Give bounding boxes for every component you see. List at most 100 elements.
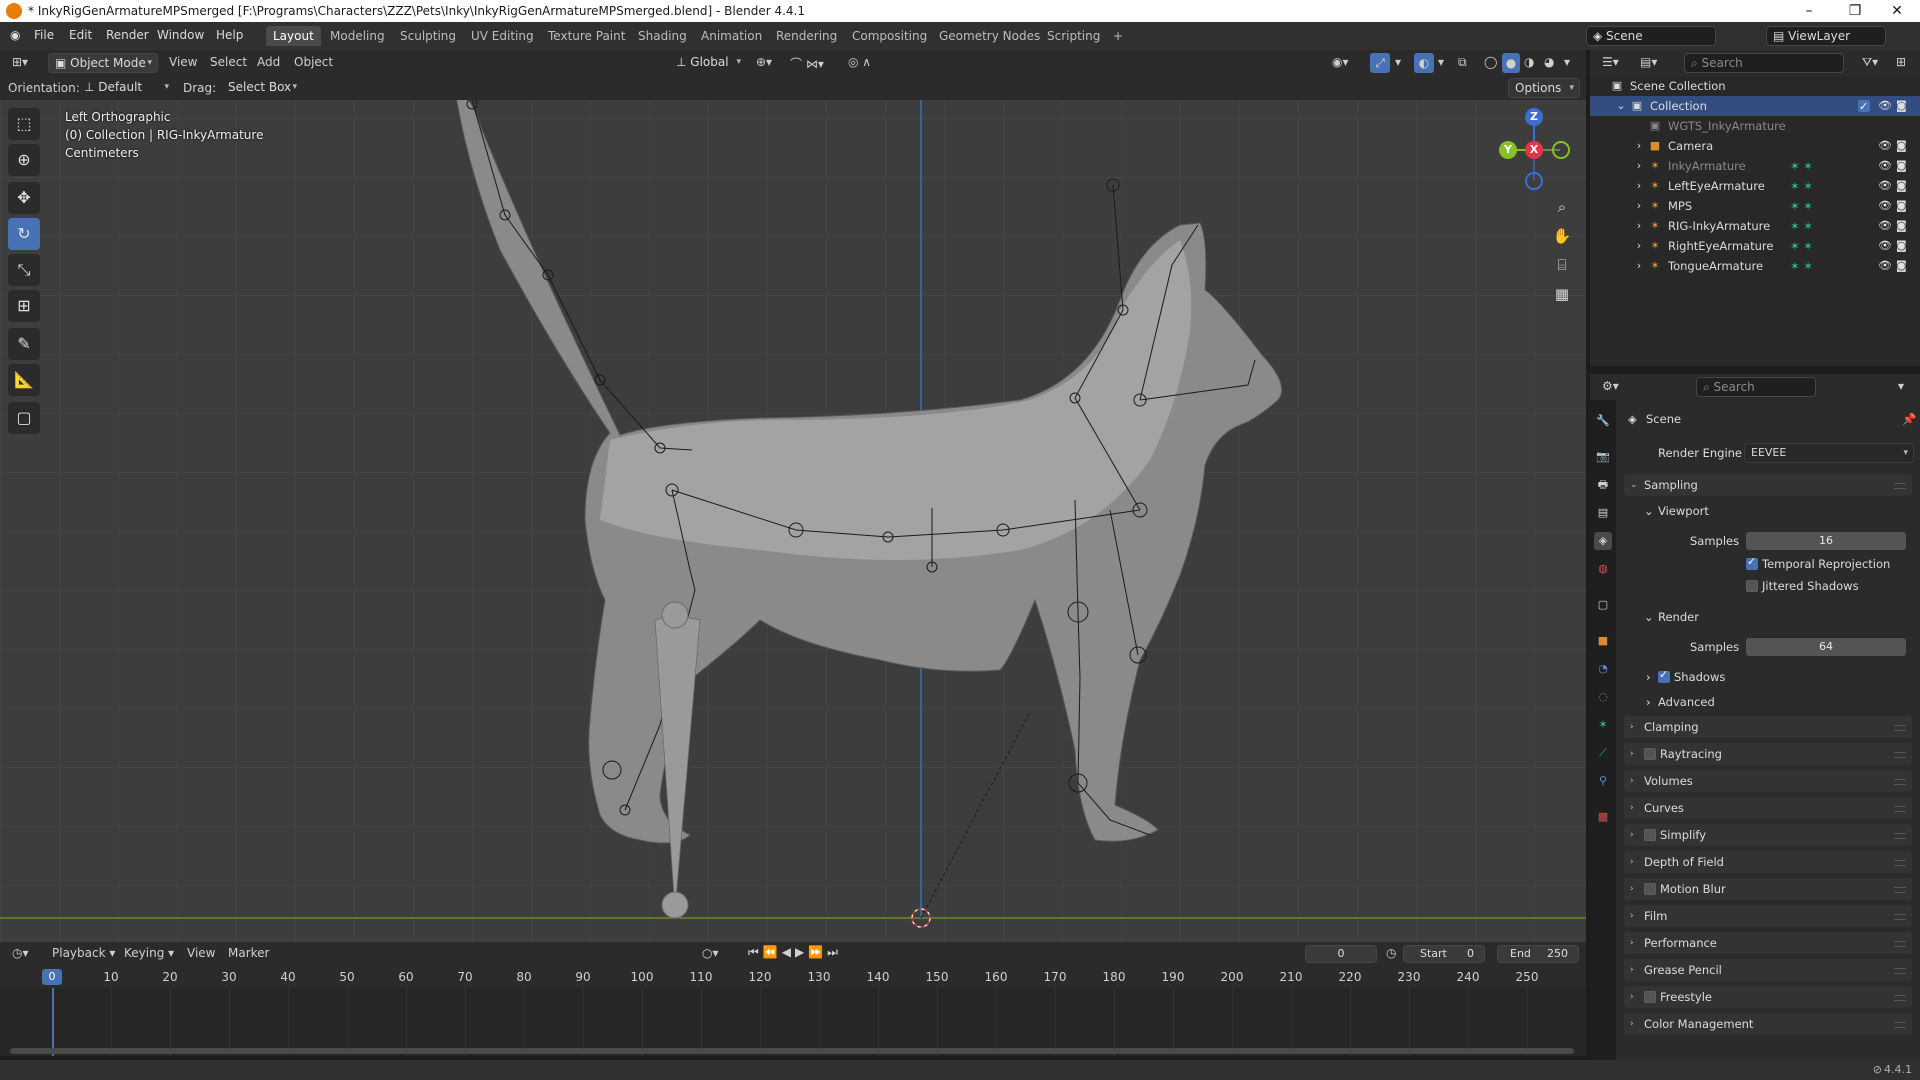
blender-menu-icon[interactable]: ◉ [10,28,20,42]
outliner-row[interactable]: › ✶ RightEyeArmature ✶ ✶ 👁 ◙ [1590,236,1920,256]
tab-modeling[interactable]: Modeling [323,26,392,46]
tab-compositing[interactable]: Compositing [845,26,934,46]
subpanel-render[interactable]: Render [1658,610,1699,624]
expand-arrow-icon[interactable]: › [1632,139,1646,153]
menu-select[interactable]: Select [210,55,247,69]
panel-drag-grip[interactable] [1894,833,1906,839]
outliner-row-scene-collection[interactable]: ▣ Scene Collection [1590,76,1920,96]
menu-file[interactable]: File [34,28,54,42]
panel-grease-pencil[interactable]: › Grease Pencil [1624,959,1912,981]
object-data-icon[interactable]: ✶ ✶ [1790,256,1813,276]
shadows-checkbox[interactable] [1658,668,1670,683]
render-samples-field[interactable]: 64 [1746,638,1906,656]
options-dropdown[interactable]: Options ▾ [1508,78,1580,98]
gizmo-toggle-icon[interactable]: ⤢ [1370,53,1390,73]
outliner-row-collection[interactable]: ⌄ ▣ Collection 👁 ◙ [1590,96,1920,117]
panel-drag-grip[interactable] [1894,725,1906,731]
select-box-icon[interactable]: ⬚ [8,108,40,140]
object-data-icon[interactable]: ✶ ✶ [1790,216,1813,236]
add-workspace-button[interactable]: + [1106,26,1130,46]
view-layer-selector[interactable]: ▤ ViewLayer [1766,26,1886,46]
measure-tool-icon[interactable]: 📐 [8,364,40,396]
gizmo-neg-y-axis[interactable] [1552,141,1570,159]
panel-motion-blur[interactable]: › Motion Blur [1624,878,1912,900]
cursor-tool-icon[interactable]: ⊕ [8,144,40,176]
solid-shading-icon[interactable]: ● [1502,53,1520,73]
new-collection-icon[interactable]: ⊞ [1896,55,1906,69]
outliner-search-input[interactable]: ⌕ Search [1684,53,1844,73]
maximize-button[interactable]: ❐ [1832,0,1878,22]
object-data-tab-icon[interactable]: ✶ [1594,716,1612,734]
tab-sculpting[interactable]: Sculpting [393,26,463,46]
render-engine-dropdown[interactable]: EEVEE ▾ [1744,443,1914,463]
panel-enable-checkbox[interactable] [1644,748,1656,760]
object-data-icon[interactable]: ✶ ✶ [1790,176,1813,196]
gizmo-x-axis[interactable]: X [1525,141,1543,159]
panel-sampling[interactable]: ⌄ Sampling [1624,474,1912,496]
subpanel-viewport[interactable]: Viewport [1658,504,1709,518]
menu-edit[interactable]: Edit [69,28,92,42]
camera-render-icon[interactable]: ◙ [1896,236,1907,256]
constraints-tab-icon[interactable]: ⚲ [1594,772,1612,790]
menu-view[interactable]: View [169,55,197,69]
pin-icon[interactable]: 📌 [1902,412,1916,426]
panel-drag-grip[interactable] [1894,779,1906,785]
tab-texture-paint[interactable]: Texture Paint [541,26,632,46]
subpanel-advanced[interactable]: Advanced [1658,695,1715,709]
camera-render-icon[interactable]: ◙ [1896,156,1907,176]
editor-type-icon[interactable]: ⊞▾ [12,55,28,69]
collection-exclude-checkbox[interactable] [1858,97,1870,117]
camera-render-icon[interactable]: ◙ [1896,96,1907,116]
timeline-ruler[interactable]: 0 10 20 30 40 50 60 70 80 90 100 110 120 130 140 150 160… [0,966,1586,988]
menu-help[interactable]: Help [216,28,243,42]
menu-timeline-view[interactable]: View [187,946,215,960]
preview-range-icon[interactable]: ◷ [1386,946,1396,960]
gizmo-dropdown-icon[interactable]: ▾ [1395,55,1401,69]
outliner-editor-type-icon[interactable]: ☰▾ [1602,55,1619,69]
outliner-row[interactable]: › ■ Camera 👁 ◙ [1590,136,1920,156]
xray-icon[interactable]: ⧉ [1458,55,1467,70]
panel-raytracing[interactable]: › Raytracing [1624,743,1912,765]
world-tab-icon[interactable]: ◍ [1594,560,1612,578]
panel-volumes[interactable]: › Volumes [1624,770,1912,792]
filter-icon[interactable]: ⛛▾ [1862,55,1878,70]
camera-render-icon[interactable]: ◙ [1896,176,1907,196]
menu-object[interactable]: Object [294,55,333,69]
rotate-tool-icon[interactable]: ↻ [8,218,40,250]
panel-freestyle[interactable]: › Freestyle [1624,986,1912,1008]
subpanel-advanced-arrow[interactable]: › [1646,695,1651,709]
move-tool-icon[interactable]: ✥ [8,182,40,214]
menu-playback[interactable]: Playback ▾ [52,946,115,960]
expand-arrow-icon[interactable]: › [1632,259,1646,273]
panel-drag-grip[interactable] [1894,941,1906,947]
object-data-icon[interactable]: ✶ ✶ [1790,156,1813,176]
panel-color-management[interactable]: › Color Management [1624,1013,1912,1035]
expand-arrow-icon[interactable]: › [1632,199,1646,213]
outliner-row[interactable]: › ✶ MPS ✶ ✶ 👁 ◙ [1590,196,1920,216]
eye-icon[interactable]: 👁 [1878,156,1892,176]
panel-drag-grip[interactable] [1894,995,1906,1001]
object-data-icon[interactable]: ✶ ✶ [1790,196,1813,216]
outliner-row[interactable]: › ✶ InkyArmature ✶ ✶ 👁 ◙ [1590,156,1920,176]
gizmo-neg-z-axis[interactable] [1525,172,1543,190]
camera-render-icon[interactable]: ◙ [1896,196,1907,216]
add-cube-tool-icon[interactable]: ▢ [8,402,40,434]
render-tab-icon[interactable]: 📷 [1594,448,1612,466]
display-mode-icon[interactable]: ▤▾ [1640,55,1657,69]
panel-enable-checkbox[interactable] [1644,991,1656,1003]
eye-icon[interactable]: 👁 [1878,136,1892,156]
playback-controls[interactable]: ⏮⏪◀▶⏩⏭ [748,945,842,960]
orientation-dropdown[interactable]: ⊥ Default ▾ [78,78,174,98]
panel-drag-grip[interactable] [1894,752,1906,758]
expand-arrow-icon[interactable]: › [1632,159,1646,173]
proportional-edit-icon[interactable]: ◎ ∧ [848,55,871,69]
overlays-dropdown-icon[interactable]: ▾ [1438,55,1444,69]
outliner-row[interactable]: › ✶ RIG-InkyArmature ✶ ✶ 👁 ◙ [1590,216,1920,236]
panel-drag-grip[interactable] [1894,1022,1906,1028]
subpanel-shadows[interactable]: Shadows [1674,670,1725,684]
subpanel-viewport-arrow[interactable]: ⌄ [1644,504,1654,518]
tab-layout[interactable]: Layout [266,26,321,46]
snap-icon[interactable]: ⌒ ⋈▾ [790,55,824,72]
visibility-icon[interactable]: ◉▾ [1332,55,1349,69]
eye-icon[interactable]: 👁 [1878,236,1892,256]
